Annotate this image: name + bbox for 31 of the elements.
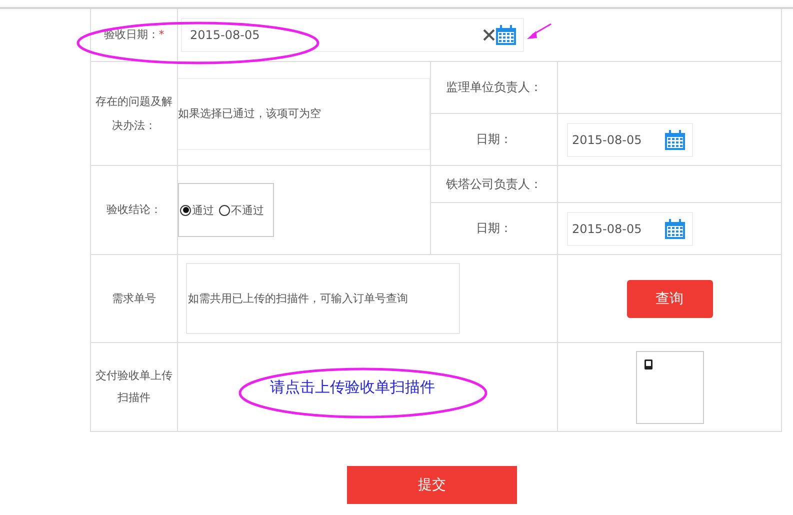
radio-button[interactable]: [180, 204, 191, 216]
field-label: 验收结论：: [106, 202, 162, 218]
date-value: 2015-08-05: [190, 28, 260, 42]
annotation-arrow: [526, 23, 552, 41]
date-field[interactable]: 2015-08-05: [567, 122, 693, 156]
close-icon[interactable]: [483, 29, 495, 41]
date-value: 2015-08-05: [572, 222, 642, 236]
radio-button[interactable]: [219, 204, 230, 216]
broken-image-icon: [644, 358, 652, 370]
placeholder-text: 如需共用已上传的扫描件，可输入订单号查询: [188, 291, 408, 306]
date-field[interactable]: 2015-08-05: [181, 18, 524, 52]
calendar-icon[interactable]: [664, 128, 686, 150]
field-label: 日期：: [476, 131, 512, 148]
text-area[interactable]: 如果选择已通过，该项可为空: [178, 78, 430, 150]
radio-label[interactable]: 通过: [192, 202, 214, 218]
field-label: 监理单位负责人：: [446, 79, 542, 96]
radio-label[interactable]: 不通过: [231, 202, 264, 218]
field-label: 日期：: [476, 220, 512, 237]
image-thumbnail[interactable]: [636, 350, 704, 424]
field-label: 铁塔公司负责人：: [446, 176, 542, 192]
field-label: 交付验收单上传扫描件: [94, 368, 174, 406]
text-area[interactable]: 如需共用已上传的扫描件，可输入订单号查询: [186, 263, 460, 334]
query-button[interactable]: 查询: [626, 280, 712, 318]
calendar-icon[interactable]: [495, 24, 517, 46]
field-label: 存在的问题及解决办法：: [94, 94, 174, 134]
submit-button[interactable]: 提交: [347, 466, 517, 504]
placeholder-text: 如果选择已通过，该项可为空: [178, 106, 321, 121]
field-label: 需求单号: [112, 290, 156, 306]
date-value: 2015-08-05: [572, 132, 642, 146]
date-field[interactable]: 2015-08-05: [567, 212, 693, 246]
calendar-icon[interactable]: [664, 218, 686, 240]
